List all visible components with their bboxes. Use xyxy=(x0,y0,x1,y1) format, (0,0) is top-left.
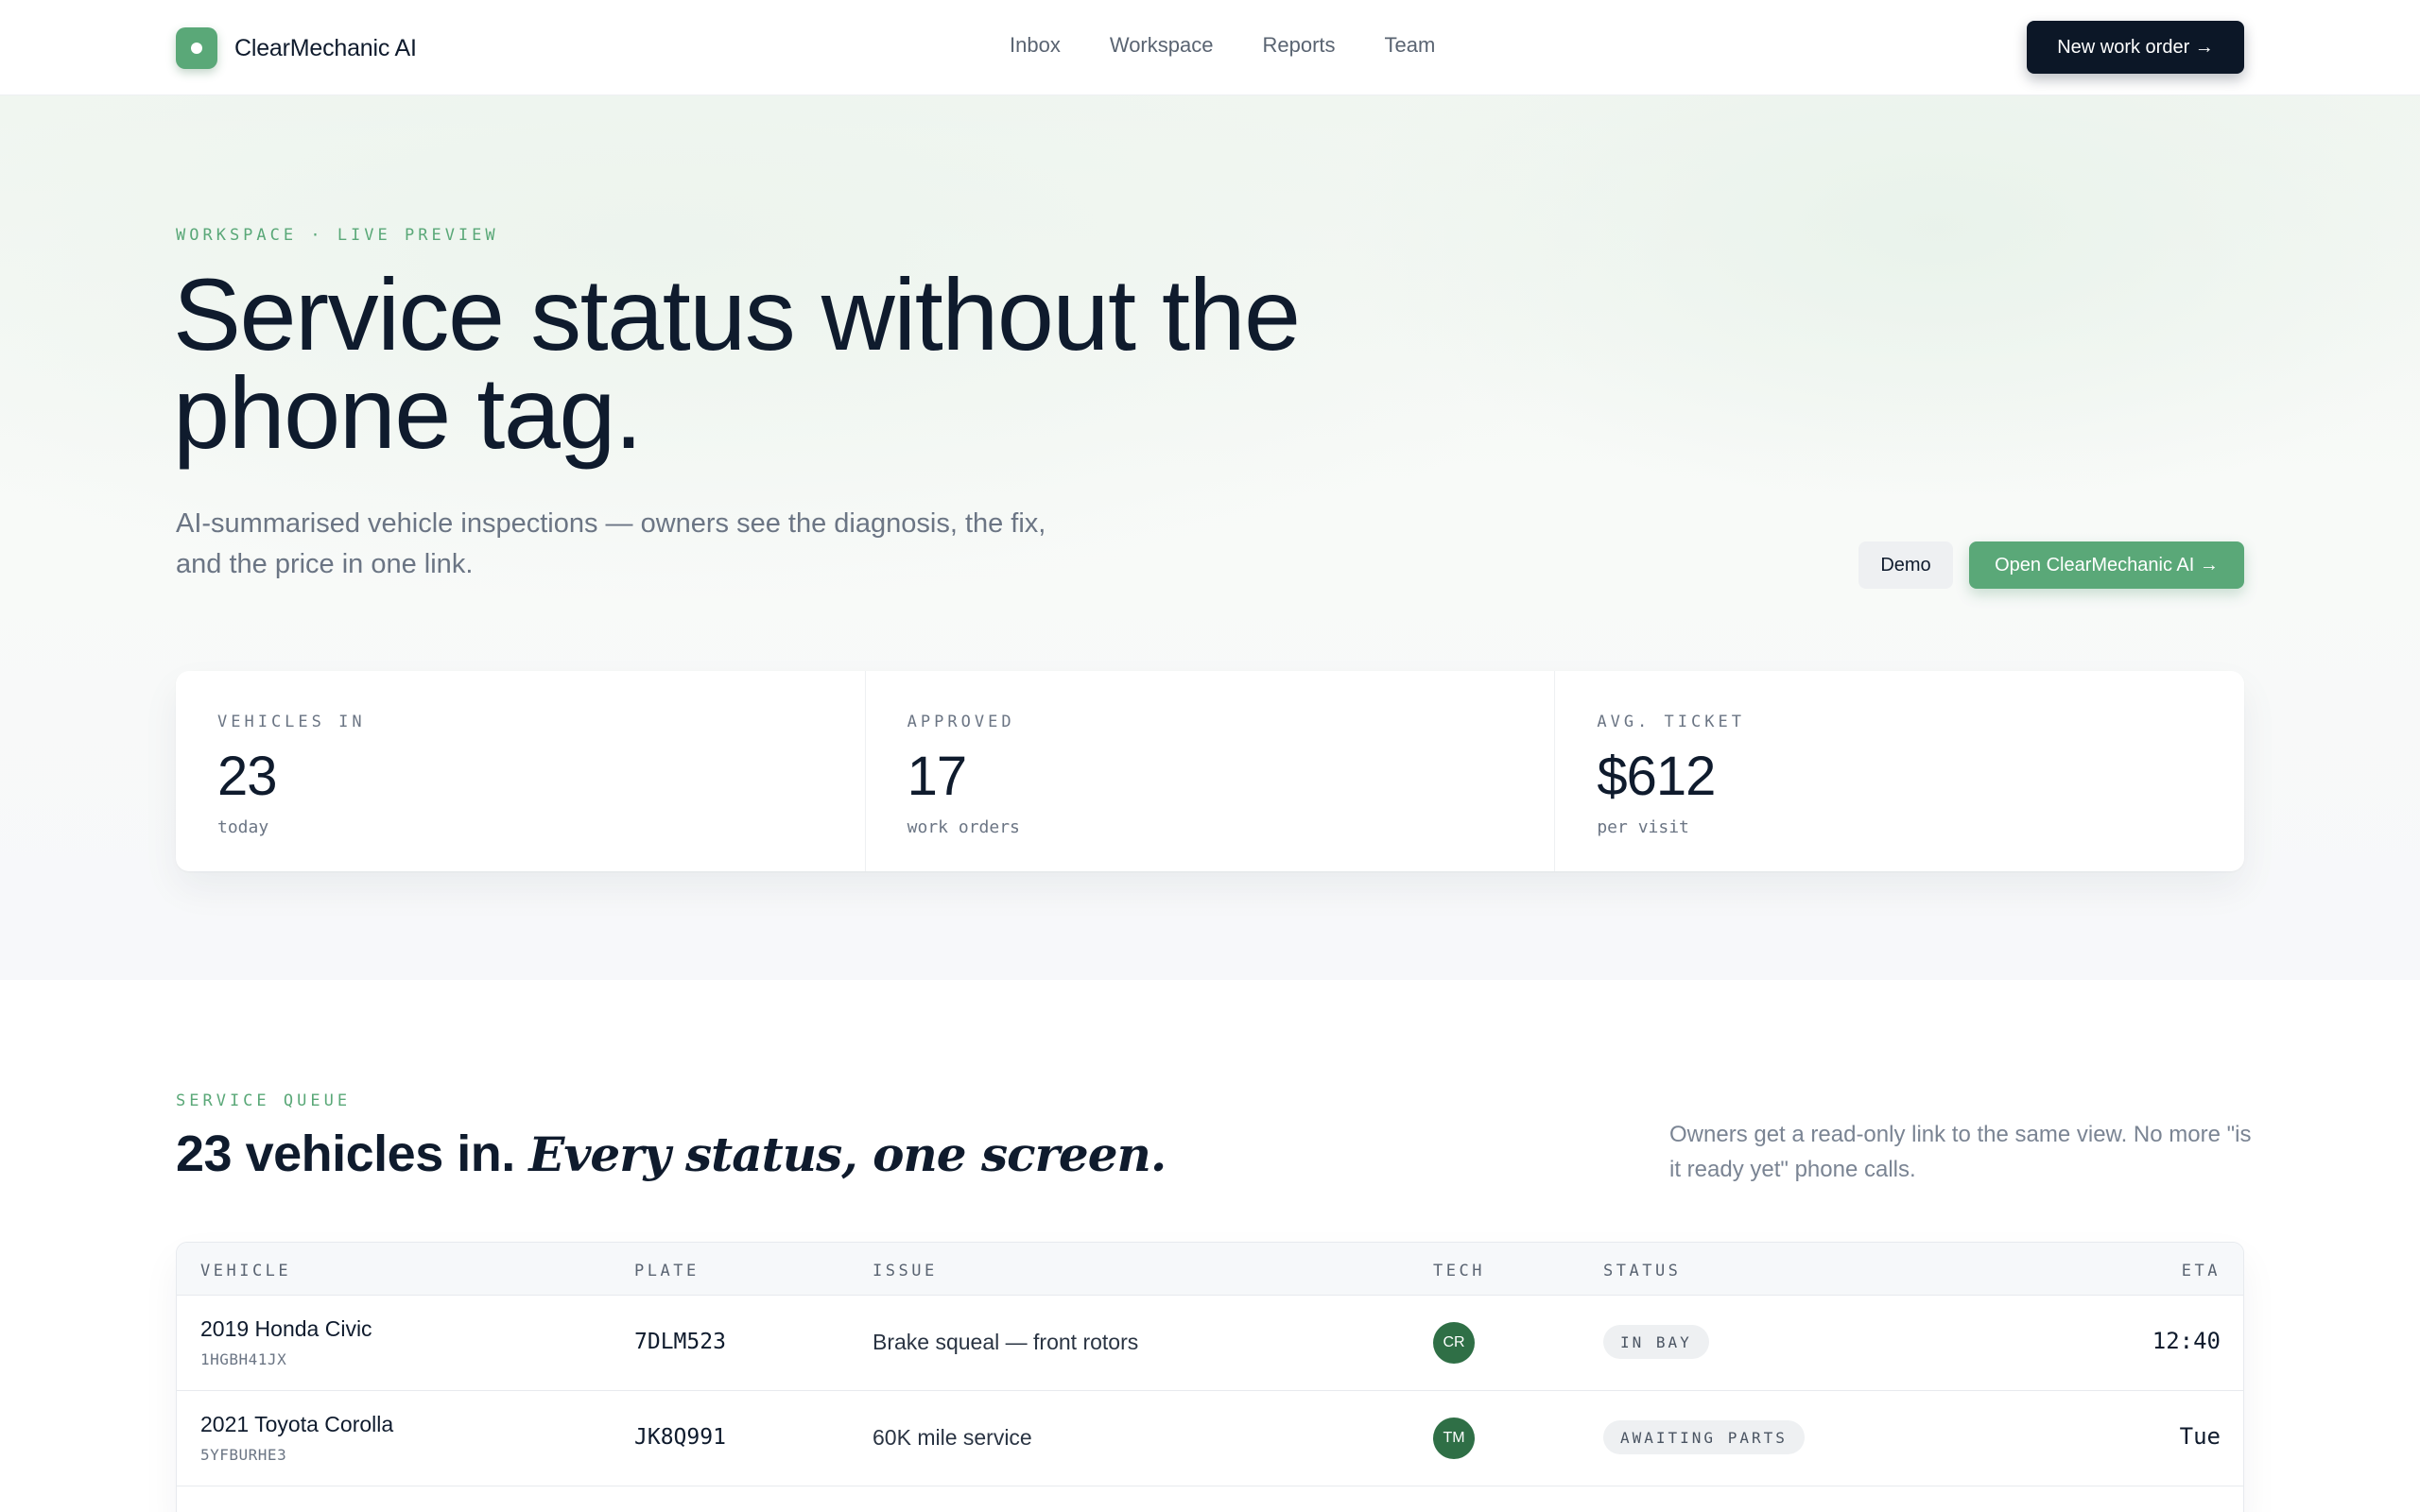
plate: JK8Q991 xyxy=(634,1425,726,1450)
stats-card: VEHICLES IN 23 today APPROVED 17 work or… xyxy=(176,671,2244,871)
status-badge: AWAITING PARTS xyxy=(1603,1420,1805,1454)
vehicle-name: 2021 Toyota Corolla xyxy=(200,1412,394,1436)
service-queue-table: VEHICLE PLATE ISSUE TECH STATUS ETA 2019… xyxy=(176,1242,2244,1512)
stat-avg-ticket: AVG. TICKET $612 per visit xyxy=(1555,671,2244,871)
nav-links: Inbox Workspace Reports Team xyxy=(1010,33,1484,58)
nav-link-reports[interactable]: Reports xyxy=(1262,33,1335,58)
tech-avatar[interactable]: CR xyxy=(1433,1322,1475,1364)
vehicle-name: 2019 Honda Civic xyxy=(200,1316,372,1341)
nav-link-inbox[interactable]: Inbox xyxy=(1010,33,1061,58)
stat-label: VEHICLES IN xyxy=(217,713,366,731)
queue-title-italic: Every status, one screen. xyxy=(528,1126,1167,1182)
table-row[interactable]: 2019 Honda Civic 1HGBH41JX 7DLM523 Brake… xyxy=(177,1296,2243,1391)
table-row[interactable] xyxy=(177,1486,2243,1512)
column-header-eta[interactable]: ETA xyxy=(2182,1262,2221,1280)
queue-title: 23 vehicles in. Every status, one screen… xyxy=(176,1125,1167,1183)
status-badge: IN BAY xyxy=(1603,1325,1709,1359)
hero-subtitle: AI-summarised vehicle inspections — owne… xyxy=(176,508,1046,579)
nav-link-team[interactable]: Team xyxy=(1385,33,1436,58)
hero-title: Service status without the phone tag. xyxy=(173,257,1301,470)
open-app-button[interactable]: Open ClearMechanic AI → xyxy=(1969,541,2244,589)
stat-value: 17 xyxy=(907,746,968,807)
brand[interactable]: ClearMechanic AI xyxy=(176,27,417,69)
eta: 12:40 xyxy=(2152,1328,2221,1354)
eta: Tue xyxy=(2179,1423,2221,1450)
stat-unit: work orders xyxy=(907,817,1020,837)
demo-button[interactable]: Demo xyxy=(1858,541,1953,589)
queue-title-main: 23 vehicles in. xyxy=(176,1125,515,1182)
plate: 7DLM523 xyxy=(634,1330,726,1354)
column-header-plate[interactable]: PLATE xyxy=(634,1262,700,1280)
issue: 60K mile service xyxy=(873,1425,1032,1450)
stat-unit: per visit xyxy=(1597,817,1689,837)
stat-vehicles-in: VEHICLES IN 23 today xyxy=(176,671,866,871)
vehicle-vin: 1HGBH41JX xyxy=(200,1350,287,1368)
top-nav: ClearMechanic AI Inbox Workspace Reports… xyxy=(0,0,2420,95)
new-work-order-button[interactable]: New work order → xyxy=(2027,21,2244,74)
column-header-tech[interactable]: TECH xyxy=(1433,1262,1485,1280)
column-header-issue[interactable]: ISSUE xyxy=(873,1262,938,1280)
nav-link-workspace[interactable]: Workspace xyxy=(1110,33,1214,58)
column-header-vehicle[interactable]: VEHICLE xyxy=(200,1262,291,1280)
stat-label: APPROVED xyxy=(907,713,1015,731)
tech-avatar[interactable]: TM xyxy=(1433,1418,1475,1459)
stat-value: $612 xyxy=(1597,746,1716,807)
table-header: VEHICLE PLATE ISSUE TECH STATUS ETA xyxy=(177,1243,2243,1296)
stat-approved: APPROVED 17 work orders xyxy=(866,671,1556,871)
issue: Brake squeal — front rotors xyxy=(873,1330,1139,1354)
vehicle-vin: 5YFBURHE3 xyxy=(200,1446,287,1464)
stat-label: AVG. TICKET xyxy=(1597,713,1745,731)
queue-note: Owners get a read-only link to the same … xyxy=(1669,1122,2252,1182)
hero-eyebrow: WORKSPACE · LIVE PREVIEW xyxy=(176,226,499,245)
stat-value: 23 xyxy=(217,746,278,807)
table-row[interactable]: 2021 Toyota Corolla 5YFBURHE3 JK8Q991 60… xyxy=(177,1391,2243,1486)
hero-section: WORKSPACE · LIVE PREVIEW Service status … xyxy=(0,95,2420,980)
queue-eyebrow: SERVICE QUEUE xyxy=(176,1091,352,1110)
logo-icon xyxy=(176,27,217,69)
stat-unit: today xyxy=(217,817,269,837)
column-header-status[interactable]: STATUS xyxy=(1603,1262,1681,1280)
brand-name: ClearMechanic AI xyxy=(234,34,417,61)
